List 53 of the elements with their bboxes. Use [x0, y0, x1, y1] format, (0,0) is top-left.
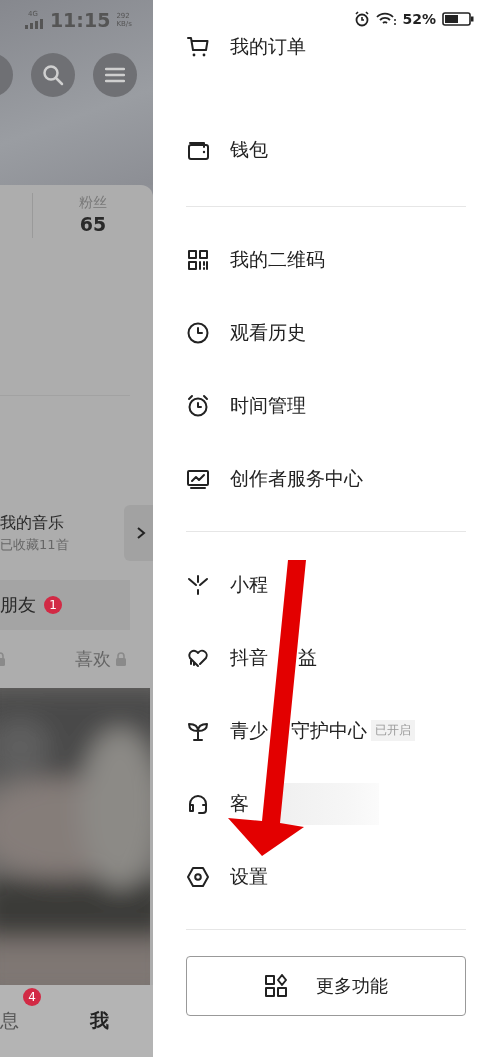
- qr-code-icon: [186, 247, 210, 272]
- battery-percent: 52%: [402, 11, 436, 27]
- battery-icon: [442, 12, 474, 26]
- friends-label: 朋友: [0, 593, 36, 617]
- search-button[interactable]: [31, 53, 75, 97]
- menu-label: 我的订单: [230, 34, 306, 59]
- menu-button[interactable]: [93, 53, 137, 97]
- clock-icon: [186, 320, 210, 345]
- menu-label: 客: [230, 790, 249, 816]
- status-tag: 已开启: [371, 720, 415, 741]
- menu-item[interactable]: 钱包: [186, 137, 466, 163]
- settings-icon: [186, 864, 210, 889]
- stat-value: 65: [79, 212, 107, 237]
- menu-label: 设置: [230, 863, 268, 889]
- menu-label: 观看历史: [230, 319, 306, 345]
- menu-icon: [105, 67, 125, 83]
- menu-label: 我的二维码: [230, 246, 325, 272]
- menu-item[interactable]: 客: [186, 767, 466, 840]
- menu-item[interactable]: 抖音 益: [186, 621, 466, 694]
- menu-label: 益: [298, 644, 317, 670]
- apps-icon: [264, 974, 288, 998]
- music-subtitle: 已收藏11首: [0, 536, 70, 554]
- menu-item[interactable]: 我的订单: [186, 34, 466, 60]
- menu-label: 青少: [230, 717, 268, 743]
- alarm-clock-icon: [186, 393, 210, 418]
- menu-label: 小程: [230, 571, 268, 597]
- tab-label: 喜欢: [75, 647, 111, 671]
- cart-icon: [186, 35, 210, 59]
- menu-item[interactable]: 小程: [186, 548, 466, 621]
- menu-label: 创作者服务中心: [230, 465, 363, 491]
- menu-label: 守护中心: [291, 717, 367, 743]
- sparkle-icon: [186, 572, 210, 597]
- notification-badge: 4: [23, 988, 41, 1006]
- menu-item[interactable]: 时间管理: [186, 369, 466, 442]
- nav-tab[interactable]: 我: [90, 1008, 109, 1034]
- menu-item[interactable]: 创作者服务中心: [186, 442, 466, 515]
- status-time: 11:15: [49, 9, 111, 31]
- signal-icon: [24, 19, 43, 29]
- alarm-clock-icon: [354, 11, 371, 27]
- more-features-button[interactable]: 更多功能: [186, 956, 466, 1016]
- menu-label: 抖音: [230, 644, 268, 670]
- music-title: 我的音乐: [0, 512, 65, 534]
- wifi-icon: [376, 12, 397, 26]
- search-icon: [42, 64, 64, 86]
- menu-item[interactable]: 设置: [186, 840, 466, 913]
- menu-label: 钱包: [230, 137, 268, 162]
- menu-label: 时间管理: [230, 392, 306, 418]
- menu-item[interactable]: 我的二维码: [186, 223, 466, 296]
- expand-button[interactable]: [123, 505, 153, 561]
- notification-badge: 1: [44, 596, 62, 614]
- menu-item[interactable]: 观看历史: [186, 296, 466, 369]
- chevron-icon: [135, 526, 146, 540]
- friends-button[interactable]: 朋友 1: [0, 580, 130, 630]
